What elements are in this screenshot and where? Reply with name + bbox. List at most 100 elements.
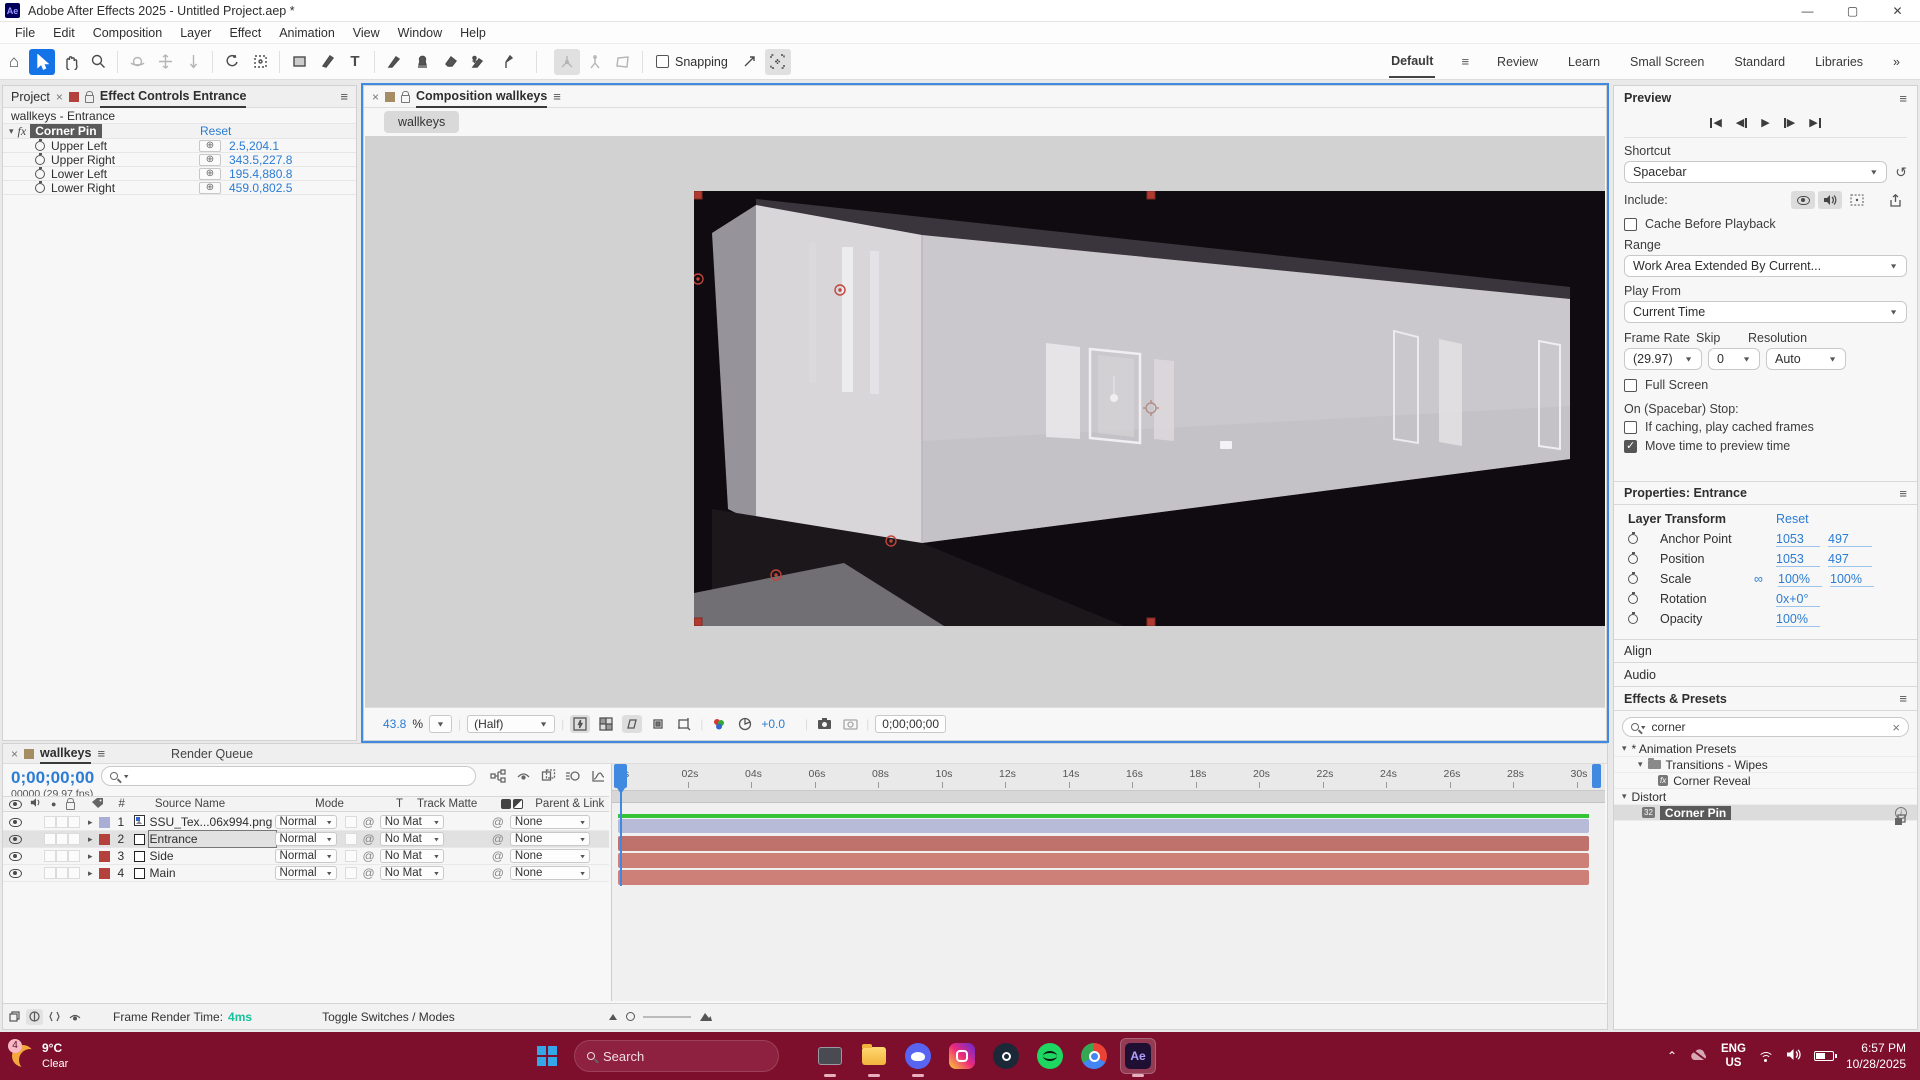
battery-icon[interactable] — [1814, 1051, 1834, 1061]
link-scale-icon[interactable]: ∞ — [1754, 572, 1770, 586]
layer-duration-bar[interactable] — [618, 853, 1589, 868]
parent-pickwhip-icon[interactable]: @ — [492, 866, 504, 880]
parent-dropdown[interactable]: None▾ — [510, 866, 590, 880]
work-area-bar[interactable] — [612, 791, 1605, 803]
stopwatch-icon[interactable] — [1628, 554, 1638, 564]
next-frame-button[interactable]: ▶ — [1784, 116, 1795, 129]
maximize-button[interactable]: ▢ — [1830, 0, 1875, 22]
layer-name[interactable]: Entrance — [150, 832, 275, 846]
workspace-default[interactable]: Default — [1389, 46, 1435, 78]
eye-icon[interactable] — [9, 869, 22, 878]
region-of-interest-icon[interactable] — [648, 715, 668, 733]
include-video-icon[interactable] — [1791, 191, 1815, 209]
prop-value-x[interactable]: 1053 — [1776, 532, 1820, 547]
column-mode[interactable]: Mode — [315, 798, 344, 810]
dolly-camera-tool-icon[interactable] — [180, 49, 206, 75]
mode-dropdown[interactable]: Normal▾ — [275, 815, 337, 829]
stopwatch-icon[interactable] — [35, 155, 45, 165]
point-target-icon[interactable]: ⊕ — [199, 168, 221, 180]
effect-name[interactable]: Corner Pin — [30, 124, 101, 138]
close-tab-icon[interactable]: × — [56, 90, 63, 104]
exposure-icon[interactable] — [735, 715, 755, 733]
shortcut-dropdown[interactable]: Spacebar▼ — [1624, 161, 1887, 183]
switches-modes-toggle-icons[interactable] — [501, 799, 523, 809]
tab-render-queue[interactable]: Render Queue — [171, 747, 253, 761]
view-axis-mode-icon[interactable] — [610, 49, 636, 75]
move-time-checkbox[interactable] — [1624, 440, 1637, 453]
fast-previews-icon[interactable] — [570, 715, 590, 733]
cache-before-playback-checkbox[interactable] — [1624, 218, 1637, 231]
taskbar-app-instagram[interactable] — [945, 1039, 979, 1073]
param-value[interactable]: 343.5,227.8 — [229, 153, 292, 167]
track-matte-dropdown[interactable]: No Mat▾ — [380, 866, 444, 880]
timeline-graph-area[interactable]: 0s02s04s06s08s10s12s14s16s18s20s22s24s26… — [611, 764, 1605, 1001]
exposure-value[interactable]: +0.0 — [761, 717, 785, 731]
tab-project[interactable]: Project — [11, 90, 50, 104]
point-target-icon[interactable]: ⊕ — [199, 154, 221, 166]
tree-transitions-wipes[interactable]: ▾Transitions - Wipes — [1614, 757, 1917, 773]
timeline-search-input[interactable]: ▾ — [101, 766, 476, 786]
layer-duration-bar[interactable] — [618, 836, 1589, 851]
close-tab-icon[interactable]: × — [372, 90, 379, 104]
lock-icon[interactable] — [401, 95, 410, 103]
language-indicator[interactable]: ENGUS — [1721, 1042, 1746, 1071]
effect-reset-link[interactable]: Reset — [200, 124, 231, 138]
layer-duration-bar[interactable] — [618, 870, 1589, 885]
param-value[interactable]: 459.0,802.5 — [229, 181, 292, 195]
menu-effect[interactable]: Effect — [220, 26, 270, 40]
zoom-dropdown[interactable]: ▼ — [429, 715, 452, 733]
parent-pickwhip-icon[interactable]: @ — [492, 815, 504, 829]
prop-value[interactable]: 0x+0° — [1776, 592, 1820, 607]
orbit-camera-tool-icon[interactable] — [124, 49, 150, 75]
stopwatch-icon[interactable] — [1628, 574, 1638, 584]
matte-pickwhip-icon[interactable]: @ — [363, 866, 375, 880]
panel-menu-icon[interactable]: ≡ — [97, 746, 105, 761]
clone-stamp-tool-icon[interactable] — [409, 49, 435, 75]
expand-groups-icon[interactable] — [26, 1009, 43, 1025]
menu-help[interactable]: Help — [451, 26, 495, 40]
taskbar-app-chrome[interactable] — [1077, 1039, 1111, 1073]
pan-camera-tool-icon[interactable] — [152, 49, 178, 75]
taskbar-app-file-explorer[interactable] — [857, 1039, 891, 1073]
tray-chevron-icon[interactable]: ⌃ — [1667, 1049, 1677, 1063]
menu-window[interactable]: Window — [389, 26, 451, 40]
workspace-menu-icon[interactable]: ≡ — [1461, 54, 1469, 69]
mode-dropdown[interactable]: Normal▾ — [275, 832, 337, 846]
3d-gizmo-options-icon[interactable] — [765, 49, 791, 75]
range-dropdown[interactable]: Work Area Extended By Current...▼ — [1624, 255, 1907, 277]
new-panel-group-icon[interactable] — [1891, 811, 1909, 829]
channel-icon[interactable] — [709, 715, 729, 733]
workspace-learn[interactable]: Learn — [1566, 47, 1602, 77]
comp-viewer[interactable] — [365, 136, 1605, 707]
point-target-icon[interactable]: ⊕ — [199, 182, 221, 194]
layer-transform-label[interactable]: Layer Transform — [1628, 512, 1768, 526]
transparency-grid-icon[interactable] — [596, 715, 616, 733]
matte-pickwhip-icon[interactable]: @ — [363, 815, 375, 829]
stopwatch-icon[interactable] — [1628, 614, 1638, 624]
weather-widget[interactable]: 4 9°C Clear — [0, 1041, 150, 1071]
layer-label-chip[interactable] — [99, 851, 110, 862]
include-overlays-icon[interactable] — [1845, 191, 1869, 209]
panel-menu-icon[interactable]: ≡ — [1899, 691, 1907, 706]
point-target-icon[interactable]: ⊕ — [199, 140, 221, 152]
layer-row[interactable]: ▸ 4 Main Normal▾ @ No Mat▾ @ None▾ — [3, 865, 609, 882]
wifi-icon[interactable] — [1758, 1050, 1774, 1062]
puppet-pin-tool-icon[interactable] — [493, 49, 519, 75]
parent-pickwhip-icon[interactable]: @ — [492, 832, 504, 846]
camera-tool-icon[interactable] — [247, 49, 273, 75]
column-t[interactable]: T — [396, 798, 403, 810]
play-button[interactable]: ▶ — [1761, 116, 1769, 129]
layer-row[interactable]: ▸ 1 SSU_Tex...06x994.png Normal▾ @ No Ma… — [3, 814, 609, 831]
motion-blur-icon[interactable] — [564, 767, 582, 785]
workspace-small-screen[interactable]: Small Screen — [1628, 47, 1706, 77]
audio-panel-header[interactable]: Audio — [1624, 668, 1656, 682]
collapse-all-icon[interactable] — [6, 1009, 23, 1025]
snapping-checkbox[interactable] — [656, 55, 669, 68]
menu-composition[interactable]: Composition — [84, 26, 171, 40]
skip-dropdown[interactable]: 0▼ — [1708, 348, 1760, 370]
prop-value[interactable]: 100% — [1776, 612, 1820, 627]
timeline-zoom-control[interactable] — [608, 1011, 713, 1022]
brackets-icon[interactable] — [46, 1009, 63, 1025]
include-audio-icon[interactable] — [1818, 191, 1842, 209]
layer-twirl-icon[interactable]: ▸ — [88, 851, 93, 862]
